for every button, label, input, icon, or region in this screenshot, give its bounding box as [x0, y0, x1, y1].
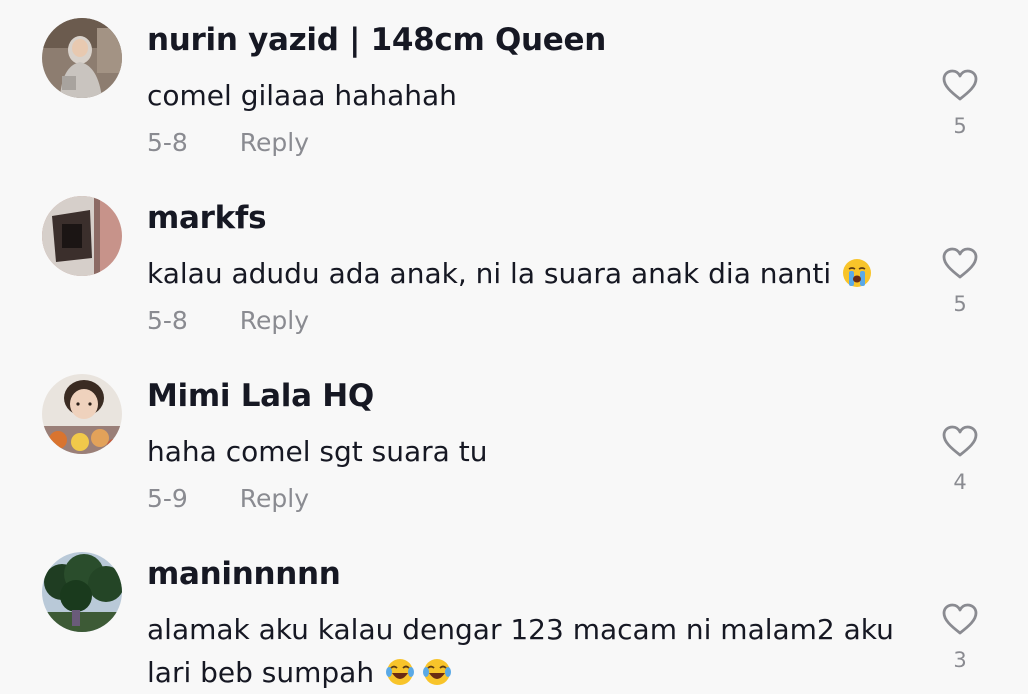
heart-outline-icon	[942, 247, 978, 279]
avatar[interactable]	[42, 374, 122, 454]
reply-button[interactable]: Reply	[240, 484, 309, 513]
avatar-image	[42, 552, 122, 632]
reply-button[interactable]: Reply	[240, 306, 309, 335]
avatar[interactable]	[42, 18, 122, 98]
face-with-tears-of-joy-icon	[422, 659, 451, 685]
comment-text: comel gilaaa hahahah	[147, 79, 457, 112]
face-with-tears-of-joy-icon	[386, 659, 414, 685]
like-count: 5	[953, 114, 967, 138]
comment-meta: 5-8 Reply	[147, 306, 309, 335]
like-count: 3	[953, 648, 967, 672]
heart-outline-icon	[942, 425, 978, 457]
comment-text: alamak aku kalau dengar 123 macam ni mal…	[147, 608, 907, 694]
like-count: 5	[953, 292, 967, 316]
comment-meta: 5-8 Reply	[147, 128, 309, 157]
heart-outline-icon	[942, 69, 978, 101]
like-button[interactable]: 5	[938, 246, 982, 316]
comment-text-line: alamak aku kalau dengar 123 macam ni mal…	[147, 613, 894, 646]
comment-meta: 5-9 Reply	[147, 484, 309, 513]
reply-button[interactable]: Reply	[240, 128, 309, 157]
avatar-image	[42, 196, 122, 276]
like-button[interactable]: 4	[938, 424, 982, 494]
comment-date: 5-8	[147, 306, 188, 335]
comment-text: haha comel sgt suara tu	[147, 435, 488, 468]
comment-text-line: lari beb sumpah	[147, 651, 907, 694]
heart-outline-icon	[942, 603, 978, 635]
avatar[interactable]	[42, 552, 122, 632]
comment-date: 5-9	[147, 484, 188, 513]
avatar[interactable]	[42, 196, 122, 276]
comment-text-body: kalau adudu ada anak, ni la suara anak d…	[147, 257, 832, 290]
like-button[interactable]: 3	[938, 602, 982, 672]
avatar-image	[42, 374, 122, 454]
comment-date: 5-8	[147, 128, 188, 157]
comment-item: markfs kalau adudu ada anak, ni la suara…	[0, 178, 1028, 356]
comment-username[interactable]: nurin yazid | 148cm Queen	[147, 22, 606, 58]
comment-text-body: lari beb sumpah	[147, 656, 375, 689]
loudly-crying-face-icon	[843, 259, 872, 287]
like-button[interactable]: 5	[938, 68, 982, 138]
comment-item: maninnnnn alamak aku kalau dengar 123 ma…	[0, 534, 1028, 694]
like-count: 4	[953, 470, 967, 494]
comment-username[interactable]: maninnnnn	[147, 556, 341, 592]
comment-item: Mimi Lala HQ haha comel sgt suara tu 5-9…	[0, 356, 1028, 534]
comment-item: nurin yazid | 148cm Queen comel gilaaa h…	[0, 0, 1028, 178]
comment-text: kalau adudu ada anak, ni la suara anak d…	[147, 252, 907, 295]
comment-list: nurin yazid | 148cm Queen comel gilaaa h…	[0, 0, 1028, 694]
comment-username[interactable]: Mimi Lala HQ	[147, 378, 374, 414]
avatar-image	[42, 18, 122, 98]
comment-username[interactable]: markfs	[147, 200, 267, 236]
